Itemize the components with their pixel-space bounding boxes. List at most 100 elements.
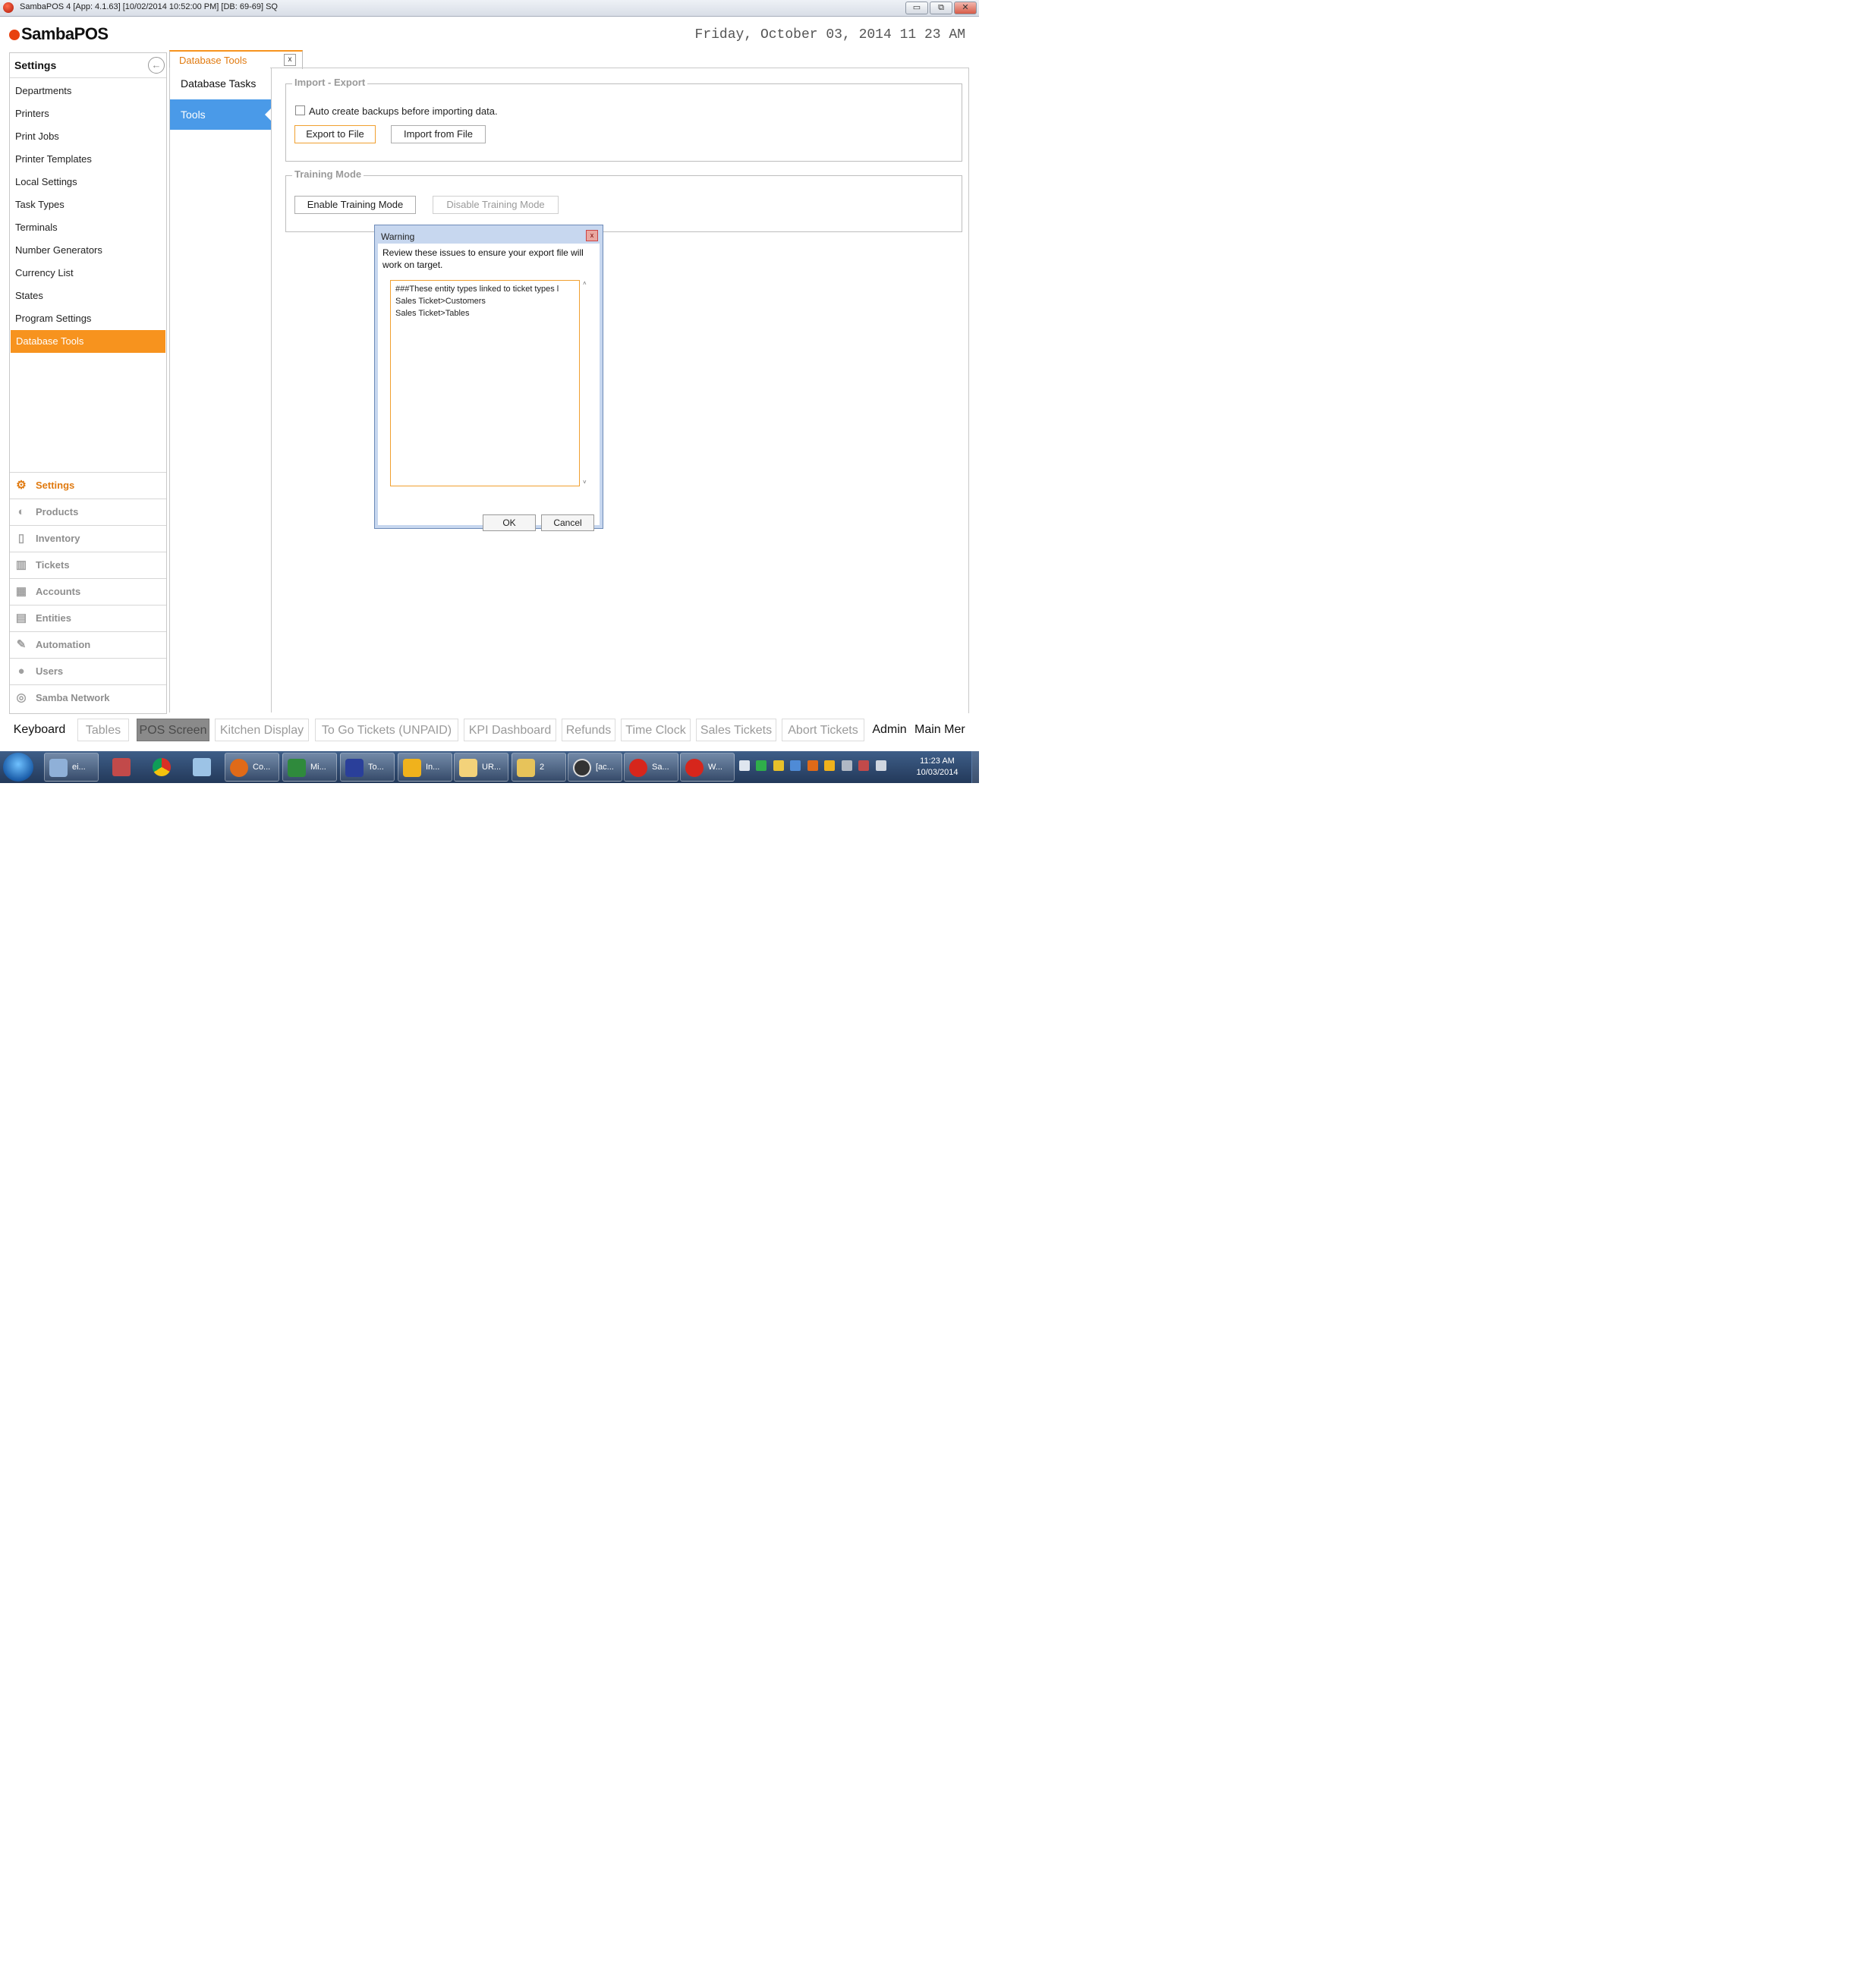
taskbar-item-folder[interactable]: 2 bbox=[512, 753, 566, 782]
module-nav: ⚙ Settings ◐ Products ▯ Inventory ▥ Tick… bbox=[10, 472, 166, 711]
auto-backup-option[interactable]: Auto create backups before importing dat… bbox=[295, 105, 498, 117]
network-icon bbox=[112, 758, 131, 776]
close-tab-icon[interactable]: x bbox=[284, 54, 296, 66]
tray-monitor-icon[interactable] bbox=[790, 760, 801, 771]
nav-label: Tickets bbox=[36, 559, 70, 571]
taskbar-item-sambapos-2[interactable]: W... bbox=[680, 753, 735, 782]
cancel-button[interactable]: Cancel bbox=[541, 514, 594, 531]
sidebar-item-task-types[interactable]: Task Types bbox=[10, 193, 166, 216]
tray-yellow-icon[interactable] bbox=[824, 760, 836, 771]
header-datetime: Friday, October 03, 2014 11 23 AM bbox=[694, 27, 965, 42]
keyboard-button[interactable]: Keyboard bbox=[9, 719, 70, 741]
nav-entities[interactable]: ▤ Entities bbox=[10, 605, 166, 631]
abort-tickets-button[interactable]: Abort Tickets bbox=[782, 719, 864, 741]
sidebar-header: Settings ← bbox=[10, 53, 166, 78]
dialog-body: Review these issues to ensure your expor… bbox=[378, 244, 600, 531]
enable-training-mode-button[interactable]: Enable Training Mode bbox=[294, 196, 416, 214]
sidebar-item-terminals[interactable]: Terminals bbox=[10, 216, 166, 239]
tab-database-tools[interactable]: Database Tools x bbox=[169, 50, 303, 69]
sidebar-item-local-settings[interactable]: Local Settings bbox=[10, 171, 166, 193]
user-icon: ● bbox=[17, 665, 25, 678]
main-menu-button[interactable]: Main Mer bbox=[914, 719, 979, 741]
sambapos-icon bbox=[685, 759, 704, 777]
nav-automation[interactable]: ✎ Automation bbox=[10, 631, 166, 658]
tray-network-icon[interactable] bbox=[858, 760, 870, 771]
import-from-file-button[interactable]: Import from File bbox=[391, 125, 486, 143]
scroll-up-icon[interactable]: ˄ bbox=[583, 280, 587, 287]
issue-line: Sales Ticket>Customers bbox=[395, 297, 486, 306]
taskbar-clock[interactable]: 11:23 AM 10/03/2014 bbox=[907, 756, 968, 779]
inventory-icon: ▯ bbox=[17, 532, 25, 545]
start-button[interactable] bbox=[3, 753, 33, 782]
nav-tickets[interactable]: ▥ Tickets bbox=[10, 552, 166, 578]
taskbar-item-firefox[interactable]: Co... bbox=[225, 753, 279, 782]
tray-volume-icon[interactable] bbox=[875, 760, 886, 771]
nav-products[interactable]: ◐ Products bbox=[10, 499, 166, 525]
taskbar-item-sambapos-1[interactable]: Sa... bbox=[624, 753, 678, 782]
issue-line: Sales Ticket>Tables bbox=[395, 309, 470, 318]
taskbar-item-mail[interactable]: UR... bbox=[454, 753, 508, 782]
refunds-button[interactable]: Refunds bbox=[562, 719, 615, 741]
taskbar-item-paint[interactable]: ei... bbox=[44, 753, 99, 782]
sidebar-item-print-jobs[interactable]: Print Jobs bbox=[10, 125, 166, 148]
to-go-tickets-button[interactable]: To Go Tickets (UNPAID) bbox=[315, 719, 458, 741]
kpi-dashboard-button[interactable]: KPI Dashboard bbox=[464, 719, 556, 741]
taskbar-item-notepad[interactable] bbox=[187, 753, 217, 782]
show-desktop-button[interactable] bbox=[971, 751, 979, 783]
sidebar-item-currency-list[interactable]: Currency List bbox=[10, 262, 166, 285]
nav-settings[interactable]: ⚙ Settings bbox=[10, 472, 166, 499]
window-title: SambaPOS 4 [App: 4.1.63] [10/02/2014 10:… bbox=[20, 2, 278, 11]
taskbar-label: W... bbox=[708, 763, 722, 772]
group-title: Import - Export bbox=[292, 77, 368, 88]
close-window-button[interactable]: ✕ bbox=[954, 2, 977, 14]
tray-flag-icon[interactable] bbox=[841, 760, 852, 771]
taskbar-label: To... bbox=[368, 763, 384, 772]
subnav-database-tasks[interactable]: Database Tasks bbox=[170, 68, 271, 99]
nav-inventory[interactable]: ▯ Inventory bbox=[10, 525, 166, 552]
taskbar-item-excel[interactable]: Mi... bbox=[282, 753, 337, 782]
sidebar-item-number-generators[interactable]: Number Generators bbox=[10, 239, 166, 262]
taskbar-label: Sa... bbox=[652, 763, 669, 772]
sidebar-item-database-tools[interactable]: Database Tools bbox=[11, 330, 165, 353]
sales-tickets-button[interactable]: Sales Tickets bbox=[696, 719, 776, 741]
issues-textbox[interactable]: ###These entity types linked to ticket t… bbox=[390, 280, 580, 486]
taskbar-item-outlook[interactable]: In... bbox=[398, 753, 452, 782]
time-clock-button[interactable]: Time Clock bbox=[621, 719, 691, 741]
ok-button[interactable]: OK bbox=[483, 514, 536, 531]
nav-users[interactable]: ● Users bbox=[10, 658, 166, 684]
subnav-tools[interactable]: Tools bbox=[170, 99, 271, 130]
pos-screen-button[interactable]: POS Screen bbox=[137, 719, 209, 741]
scroll-down-icon[interactable]: ˅ bbox=[583, 479, 587, 486]
auto-backup-checkbox[interactable] bbox=[295, 105, 305, 115]
taskbar-item-network[interactable] bbox=[106, 753, 137, 782]
sambapos-icon bbox=[629, 759, 647, 777]
sidebar-item-printer-templates[interactable]: Printer Templates bbox=[10, 148, 166, 171]
tray-app-icon[interactable] bbox=[739, 760, 750, 771]
nav-samba-network[interactable]: ◎ Samba Network bbox=[10, 684, 166, 711]
export-to-file-button[interactable]: Export to File bbox=[294, 125, 376, 143]
mail-icon bbox=[459, 759, 477, 777]
tables-button[interactable]: Tables bbox=[77, 719, 129, 741]
tray-orange-icon[interactable] bbox=[807, 760, 818, 771]
sidebar-item-program-settings[interactable]: Program Settings bbox=[10, 307, 166, 330]
disable-training-mode-button: Disable Training Mode bbox=[433, 196, 559, 214]
taskbar-item-recorder[interactable]: [ac... bbox=[568, 753, 622, 782]
admin-button[interactable]: Admin bbox=[868, 719, 911, 741]
taskbar-label: [ac... bbox=[596, 763, 614, 772]
kitchen-display-button[interactable]: Kitchen Display bbox=[215, 719, 309, 741]
nav-label: Entities bbox=[36, 612, 71, 624]
tray-sync-icon[interactable] bbox=[756, 760, 767, 771]
taskbar-item-floppy[interactable]: To... bbox=[340, 753, 395, 782]
minimize-button[interactable]: ▭ bbox=[905, 2, 928, 14]
back-arrow-icon[interactable]: ← bbox=[148, 57, 165, 74]
sidebar-item-states[interactable]: States bbox=[10, 285, 166, 307]
sidebar-item-departments[interactable]: Departments bbox=[10, 80, 166, 102]
sidebar-item-printers[interactable]: Printers bbox=[10, 102, 166, 125]
pencil-icon: ✎ bbox=[16, 638, 27, 651]
taskbar-label: Mi... bbox=[310, 763, 326, 772]
taskbar-item-chrome[interactable] bbox=[146, 753, 177, 782]
close-dialog-icon[interactable]: x bbox=[586, 230, 598, 241]
restore-button[interactable]: ⧉ bbox=[930, 2, 952, 14]
tray-status-icon[interactable] bbox=[773, 760, 784, 771]
nav-accounts[interactable]: ▦ Accounts bbox=[10, 578, 166, 605]
